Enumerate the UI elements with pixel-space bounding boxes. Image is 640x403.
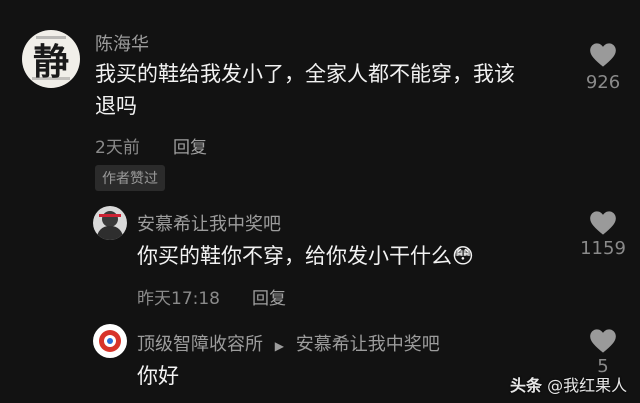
- reply-text-body: 你买的鞋你不穿，给你发小干什么: [137, 244, 452, 268]
- like-count: 926: [585, 72, 621, 93]
- like-button[interactable]: 926: [568, 42, 638, 93]
- comment-text-line1: 我买的鞋给我发小了，全家人都不能穿，我该: [95, 62, 515, 86]
- heart-icon: [590, 211, 616, 235]
- reply-text: 你买的鞋你不穿，给你发小干什么😳: [137, 240, 474, 272]
- author-liked-badge: 作者赞过: [95, 165, 165, 191]
- reply-author: 顶级智障收容所 ▶ 安慕希让我中奖吧: [137, 330, 440, 356]
- comment-time: 2天前: [95, 138, 140, 158]
- watermark: 头条 @我红果人: [510, 372, 627, 396]
- reply-to-name[interactable]: 安慕希让我中奖吧: [296, 334, 440, 355]
- reply-author[interactable]: 安慕希让我中奖吧: [137, 210, 281, 236]
- watermark-brand: 头条: [510, 376, 543, 395]
- reply-time: 昨天17:18: [137, 289, 220, 309]
- comment-text-line2: 退吗: [95, 94, 137, 118]
- like-button[interactable]: 5: [568, 328, 638, 377]
- flushed-face-emoji: 😳: [452, 244, 474, 268]
- heart-icon: [590, 329, 616, 353]
- comment-text: 我买的鞋给我发小了，全家人都不能穿，我该 退吗: [95, 58, 575, 122]
- reply-button[interactable]: 回复: [173, 133, 207, 158]
- play-arrow-icon: ▶: [274, 339, 284, 353]
- reply-author-name[interactable]: 顶级智障收容所: [137, 334, 263, 355]
- comment-author[interactable]: 陈海华: [95, 30, 149, 56]
- avatar-anmuxi[interactable]: [93, 206, 127, 240]
- like-count: 1159: [580, 238, 626, 259]
- reply-button[interactable]: 回复: [252, 284, 286, 309]
- avatar-dingji[interactable]: [93, 324, 127, 358]
- watermark-handle: @我红果人: [547, 376, 628, 395]
- like-button[interactable]: 1159: [568, 210, 638, 259]
- reply-text: 你好: [137, 364, 179, 388]
- avatar-chenhaihua[interactable]: 静: [22, 30, 80, 88]
- heart-icon: [590, 43, 616, 67]
